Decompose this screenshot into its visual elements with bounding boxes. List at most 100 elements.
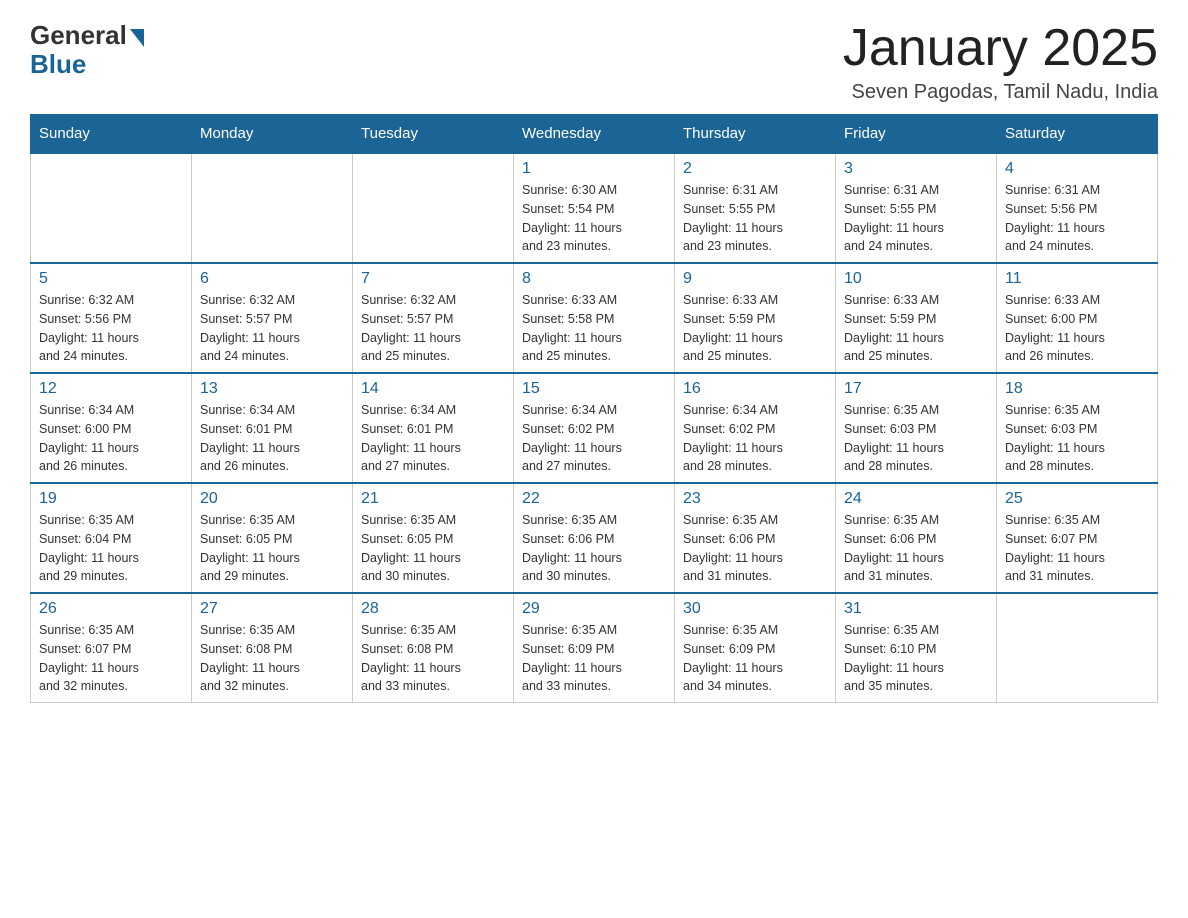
day-info: Sunrise: 6:33 AM Sunset: 5:58 PM Dayligh… <box>522 291 666 366</box>
calendar-cell: 16 Sunrise: 6:34 AM Sunset: 6:02 PM Dayli… <box>675 373 836 483</box>
day-number: 27 <box>200 600 344 618</box>
calendar-cell: 9Sunrise: 6:33 AM Sunset: 5:59 PM Daylig… <box>675 263 836 373</box>
day-info: Sunrise: 6:31 AM Sunset: 5:56 PM Dayligh… <box>1005 181 1149 256</box>
day-info: Sunrise: 6:35 AM Sunset: 6:09 PM Dayligh… <box>683 621 827 696</box>
logo-arrow-icon <box>130 29 144 47</box>
day-info: Sunrise: 6:35 AM Sunset: 6:08 PM Dayligh… <box>200 621 344 696</box>
calendar-week-row-2: 5Sunrise: 6:32 AM Sunset: 5:56 PM Daylig… <box>31 263 1158 373</box>
day-number: 28 <box>361 600 505 618</box>
day-info: Sunrise: 6:35 AM Sunset: 6:10 PM Dayligh… <box>844 621 988 696</box>
day-number: 2 <box>683 160 827 178</box>
calendar-week-row-4: 19 Sunrise: 6:35 AM Sunset: 6:04 PM Dayli… <box>31 483 1158 593</box>
day-number: 6 <box>200 270 344 288</box>
day-info: Sunrise: 6:34 AM Sunset: 6:00 PM Dayligh… <box>39 401 183 476</box>
calendar-cell: 31Sunrise: 6:35 AM Sunset: 6:10 PM Dayli… <box>836 593 997 703</box>
day-info: Sunrise: 6:34 AM Sunset: 6:02 PM Dayligh… <box>683 401 827 476</box>
calendar-header-row: SundayMondayTuesdayWednesdayThursdayFrid… <box>31 115 1158 154</box>
location-subtitle: Seven Pagodas, Tamil Nadu, India <box>843 81 1158 104</box>
weekday-header-friday: Friday <box>836 115 997 154</box>
day-number: 15 <box>522 380 666 398</box>
calendar-cell: 23 Sunrise: 6:35 AM Sunset: 6:06 PM Dayli… <box>675 483 836 593</box>
calendar-cell <box>31 153 192 263</box>
calendar-cell: 6 Sunrise: 6:32 AM Sunset: 5:57 PM Daylig… <box>192 263 353 373</box>
calendar-cell: 11 Sunrise: 6:33 AM Sunset: 6:00 PM Dayli… <box>997 263 1158 373</box>
calendar-table: SundayMondayTuesdayWednesdayThursdayFrid… <box>30 114 1158 703</box>
day-number: 21 <box>361 490 505 508</box>
calendar-cell <box>192 153 353 263</box>
day-info: Sunrise: 6:31 AM Sunset: 5:55 PM Dayligh… <box>683 181 827 256</box>
calendar-cell: 25Sunrise: 6:35 AM Sunset: 6:07 PM Dayli… <box>997 483 1158 593</box>
day-info: Sunrise: 6:35 AM Sunset: 6:03 PM Dayligh… <box>1005 401 1149 476</box>
day-info: Sunrise: 6:35 AM Sunset: 6:07 PM Dayligh… <box>1005 511 1149 586</box>
calendar-cell: 12 Sunrise: 6:34 AM Sunset: 6:00 PM Dayli… <box>31 373 192 483</box>
calendar-cell: 10 Sunrise: 6:33 AM Sunset: 5:59 PM Dayli… <box>836 263 997 373</box>
day-number: 29 <box>522 600 666 618</box>
calendar-cell: 8 Sunrise: 6:33 AM Sunset: 5:58 PM Daylig… <box>514 263 675 373</box>
calendar-cell: 26Sunrise: 6:35 AM Sunset: 6:07 PM Dayli… <box>31 593 192 703</box>
day-info: Sunrise: 6:35 AM Sunset: 6:05 PM Dayligh… <box>361 511 505 586</box>
day-number: 23 <box>683 490 827 508</box>
day-number: 12 <box>39 380 183 398</box>
weekday-header-tuesday: Tuesday <box>353 115 514 154</box>
calendar-cell: 5Sunrise: 6:32 AM Sunset: 5:56 PM Daylig… <box>31 263 192 373</box>
day-number: 18 <box>1005 380 1149 398</box>
day-info: Sunrise: 6:35 AM Sunset: 6:05 PM Dayligh… <box>200 511 344 586</box>
day-number: 17 <box>844 380 988 398</box>
day-info: Sunrise: 6:33 AM Sunset: 6:00 PM Dayligh… <box>1005 291 1149 366</box>
day-info: Sunrise: 6:35 AM Sunset: 6:08 PM Dayligh… <box>361 621 505 696</box>
day-number: 10 <box>844 270 988 288</box>
calendar-cell: 14Sunrise: 6:34 AM Sunset: 6:01 PM Dayli… <box>353 373 514 483</box>
logo-general-text: General <box>30 20 127 51</box>
day-info: Sunrise: 6:32 AM Sunset: 5:57 PM Dayligh… <box>361 291 505 366</box>
day-info: Sunrise: 6:33 AM Sunset: 5:59 PM Dayligh… <box>844 291 988 366</box>
day-number: 4 <box>1005 160 1149 178</box>
calendar-cell: 19 Sunrise: 6:35 AM Sunset: 6:04 PM Dayli… <box>31 483 192 593</box>
calendar-cell: 3Sunrise: 6:31 AM Sunset: 5:55 PM Daylig… <box>836 153 997 263</box>
calendar-cell: 13 Sunrise: 6:34 AM Sunset: 6:01 PM Dayli… <box>192 373 353 483</box>
weekday-header-thursday: Thursday <box>675 115 836 154</box>
calendar-cell: 30 Sunrise: 6:35 AM Sunset: 6:09 PM Dayli… <box>675 593 836 703</box>
calendar-cell: 20 Sunrise: 6:35 AM Sunset: 6:05 PM Dayli… <box>192 483 353 593</box>
calendar-cell: 28 Sunrise: 6:35 AM Sunset: 6:08 PM Dayli… <box>353 593 514 703</box>
day-info: Sunrise: 6:35 AM Sunset: 6:04 PM Dayligh… <box>39 511 183 586</box>
day-number: 30 <box>683 600 827 618</box>
calendar-cell: 7 Sunrise: 6:32 AM Sunset: 5:57 PM Daylig… <box>353 263 514 373</box>
calendar-cell: 18 Sunrise: 6:35 AM Sunset: 6:03 PM Dayli… <box>997 373 1158 483</box>
day-number: 22 <box>522 490 666 508</box>
day-info: Sunrise: 6:31 AM Sunset: 5:55 PM Dayligh… <box>844 181 988 256</box>
day-number: 19 <box>39 490 183 508</box>
day-info: Sunrise: 6:35 AM Sunset: 6:03 PM Dayligh… <box>844 401 988 476</box>
day-number: 20 <box>200 490 344 508</box>
weekday-header-sunday: Sunday <box>31 115 192 154</box>
weekday-header-wednesday: Wednesday <box>514 115 675 154</box>
calendar-cell: 4 Sunrise: 6:31 AM Sunset: 5:56 PM Daylig… <box>997 153 1158 263</box>
day-info: Sunrise: 6:33 AM Sunset: 5:59 PM Dayligh… <box>683 291 827 366</box>
day-info: Sunrise: 6:35 AM Sunset: 6:07 PM Dayligh… <box>39 621 183 696</box>
day-info: Sunrise: 6:32 AM Sunset: 5:57 PM Dayligh… <box>200 291 344 366</box>
day-info: Sunrise: 6:32 AM Sunset: 5:56 PM Dayligh… <box>39 291 183 366</box>
day-info: Sunrise: 6:35 AM Sunset: 6:06 PM Dayligh… <box>522 511 666 586</box>
calendar-cell: 17 Sunrise: 6:35 AM Sunset: 6:03 PM Dayli… <box>836 373 997 483</box>
logo: General Blue <box>30 20 144 80</box>
calendar-week-row-5: 26Sunrise: 6:35 AM Sunset: 6:07 PM Dayli… <box>31 593 1158 703</box>
calendar-cell: 21 Sunrise: 6:35 AM Sunset: 6:05 PM Dayli… <box>353 483 514 593</box>
day-info: Sunrise: 6:35 AM Sunset: 6:09 PM Dayligh… <box>522 621 666 696</box>
day-number: 16 <box>683 380 827 398</box>
day-info: Sunrise: 6:35 AM Sunset: 6:06 PM Dayligh… <box>844 511 988 586</box>
calendar-cell: 29 Sunrise: 6:35 AM Sunset: 6:09 PM Dayli… <box>514 593 675 703</box>
calendar-cell: 15Sunrise: 6:34 AM Sunset: 6:02 PM Dayli… <box>514 373 675 483</box>
calendar-cell: 22 Sunrise: 6:35 AM Sunset: 6:06 PM Dayli… <box>514 483 675 593</box>
day-number: 8 <box>522 270 666 288</box>
day-number: 24 <box>844 490 988 508</box>
month-title: January 2025 <box>843 20 1158 77</box>
page-header: General Blue January 2025 Seven Pagodas,… <box>30 20 1158 104</box>
day-info: Sunrise: 6:34 AM Sunset: 6:01 PM Dayligh… <box>200 401 344 476</box>
calendar-cell: 27 Sunrise: 6:35 AM Sunset: 6:08 PM Dayli… <box>192 593 353 703</box>
day-number: 7 <box>361 270 505 288</box>
day-info: Sunrise: 6:35 AM Sunset: 6:06 PM Dayligh… <box>683 511 827 586</box>
day-number: 13 <box>200 380 344 398</box>
weekday-header-monday: Monday <box>192 115 353 154</box>
calendar-cell: 1Sunrise: 6:30 AM Sunset: 5:54 PM Daylig… <box>514 153 675 263</box>
calendar-cell: 2 Sunrise: 6:31 AM Sunset: 5:55 PM Daylig… <box>675 153 836 263</box>
day-number: 11 <box>1005 270 1149 288</box>
